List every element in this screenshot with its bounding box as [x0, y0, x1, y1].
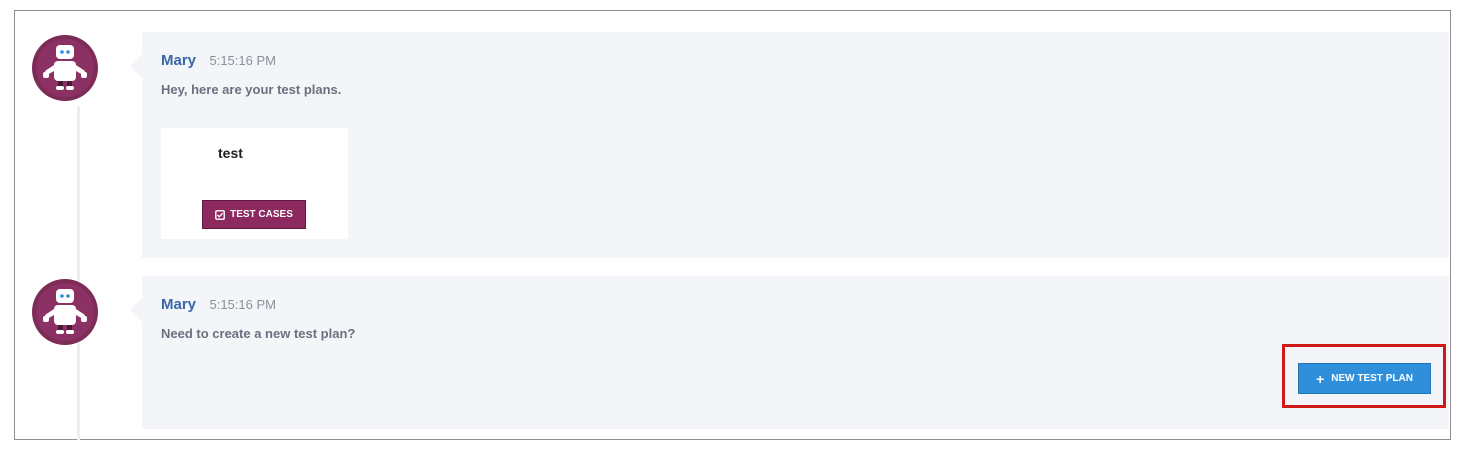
timeline-line — [77, 106, 80, 440]
message-text: Need to create a new test plan? — [161, 326, 356, 341]
test-cases-label: TEST CASES — [230, 209, 293, 220]
chat-frame: Mary 5:15:16 PM Hey, here are your test … — [14, 10, 1451, 440]
test-cases-button[interactable]: TEST CASES — [202, 200, 306, 229]
message-time: 5:15:16 PM — [209, 297, 276, 312]
message-meta: Mary 5:15:16 PM — [161, 296, 276, 314]
test-plan-title: test — [218, 145, 243, 161]
bot-avatar — [32, 35, 98, 101]
checkbox-icon — [215, 209, 225, 220]
message-bubble: Mary 5:15:16 PM Need to create a new tes… — [130, 276, 1449, 429]
message-text: Hey, here are your test plans. — [161, 82, 342, 97]
bot-avatar — [32, 279, 98, 345]
message-meta: Mary 5:15:16 PM — [161, 52, 276, 70]
message-bubble: Mary 5:15:16 PM Hey, here are your test … — [130, 32, 1449, 258]
sender-name[interactable]: Mary — [161, 296, 196, 313]
message-time: 5:15:16 PM — [209, 53, 276, 68]
robot-avatar-icon — [32, 35, 98, 101]
test-plan-card: test TEST CASES — [161, 128, 348, 239]
new-test-plan-button[interactable]: + NEW TEST PLAN — [1298, 363, 1431, 394]
new-test-plan-label: NEW TEST PLAN — [1331, 373, 1413, 384]
robot-avatar-icon — [32, 279, 98, 345]
plus-icon: + — [1316, 370, 1325, 387]
sender-name[interactable]: Mary — [161, 52, 196, 69]
